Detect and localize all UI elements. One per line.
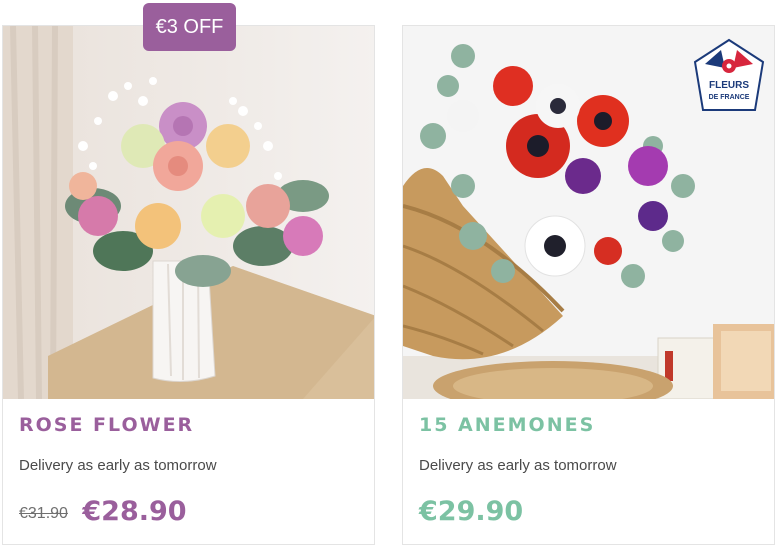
product-image[interactable] bbox=[3, 26, 374, 399]
current-price: €29.90 bbox=[419, 496, 524, 527]
discount-badge: €3 OFF bbox=[143, 3, 236, 51]
current-price: €28.90 bbox=[82, 496, 187, 527]
product-title[interactable]: 15 ANEMONES bbox=[419, 414, 595, 436]
product-title[interactable]: ROSE FLOWER bbox=[19, 414, 194, 436]
product-card-15-anemones[interactable]: FLEURS DE FRANCE 15 ANEMONES Delivery as… bbox=[402, 25, 775, 545]
delivery-info: Delivery as early as tomorrow bbox=[419, 457, 617, 474]
svg-text:FLEURS: FLEURS bbox=[709, 80, 749, 91]
fleurs-de-france-logo: FLEURS DE FRANCE bbox=[691, 38, 767, 114]
svg-text:DE FRANCE: DE FRANCE bbox=[709, 94, 750, 101]
old-price: €31.90 bbox=[19, 505, 68, 522]
price-row: €31.90 €28.90 bbox=[19, 496, 187, 527]
price-row: €29.90 bbox=[419, 496, 523, 527]
product-card-rose-flower[interactable]: ROSE FLOWER Delivery as early as tomorro… bbox=[2, 25, 375, 545]
delivery-info: Delivery as early as tomorrow bbox=[19, 457, 217, 474]
